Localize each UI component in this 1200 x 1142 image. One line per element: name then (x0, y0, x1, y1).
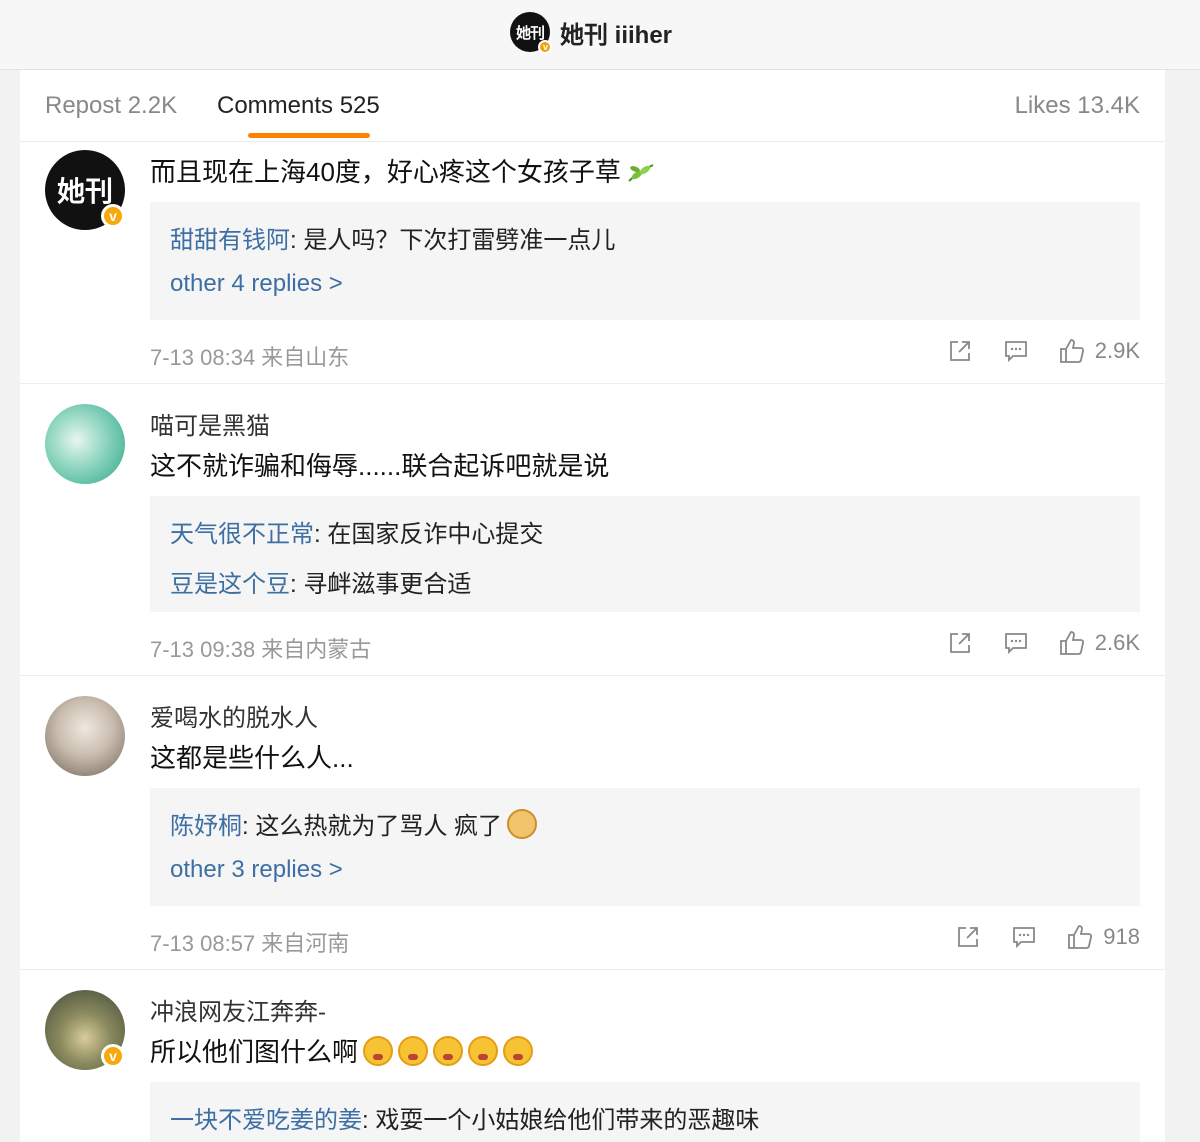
comment-username[interactable]: 喵可是黑猫 (150, 406, 270, 441)
comment-text: 这都是些什么人... (150, 743, 354, 773)
comment-actions: 2.6K (917, 628, 1140, 658)
reply-author[interactable]: 豆是这个豆 (170, 571, 290, 598)
reply-box: 一块不爱吃姜的姜: 戏耍一个小姑娘给他们带来的恶趣味 (150, 1082, 1140, 1142)
more-replies-link[interactable]: other 3 replies > (170, 856, 343, 884)
reply-text: : 寻衅滋事更合适 (290, 571, 472, 598)
comment-meta: 7-13 09:38 来自内蒙古 (150, 637, 372, 662)
reply-text: : 戏耍一个小姑娘给他们带来的恶趣味 (362, 1107, 760, 1134)
reply-text: : 这么热就为了骂人 疯了 (242, 813, 503, 840)
avatar-logo-text: 她刊 (56, 176, 113, 207)
share-icon[interactable] (947, 338, 973, 364)
share-icon[interactable] (955, 924, 981, 950)
reply-box: 陈妤桐: 这么热就为了骂人 疯了 other 3 replies > (150, 788, 1140, 906)
account-name[interactable]: 她刊 iiiher (560, 15, 672, 50)
reply-box: 甜甜有钱阿: 是人吗？下次打雷劈准一点儿 other 4 replies > (150, 202, 1140, 320)
comment-username[interactable]: 冲浪网友江奔奔- (150, 992, 326, 1027)
verified-icon: v (101, 1044, 125, 1068)
tab-comments[interactable]: Comments 525 (217, 92, 380, 120)
reply-item[interactable]: 一块不爱吃姜的姜: 戏耍一个小姑娘给他们带来的恶趣味 (170, 1100, 759, 1135)
reply-item[interactable]: 甜甜有钱阿: 是人吗？下次打雷劈准一点儿 (170, 220, 615, 255)
comment-actions: 2.9K (917, 336, 1140, 366)
avatar-image (45, 696, 125, 776)
share-icon[interactable] (947, 630, 973, 656)
angry-emoji-icon (503, 1036, 534, 1066)
reply-item[interactable]: 豆是这个豆: 寻衅滋事更合适 (170, 564, 471, 599)
leaf-emoji-icon (628, 164, 654, 182)
reply-item[interactable]: 陈妤桐: 这么热就为了骂人 疯了 (170, 806, 538, 841)
tab-bar: Repost 2.2K Comments 525 Likes 13.4K (20, 70, 1165, 142)
like-icon[interactable] (1067, 924, 1093, 950)
angry-emoji-icon (363, 1036, 394, 1066)
comment-username[interactable]: 爱喝水的脱水人 (150, 698, 318, 733)
comment-icon[interactable] (1003, 338, 1029, 364)
angry-emoji-icon (468, 1036, 499, 1066)
angry-emoji-icon (433, 1036, 464, 1066)
comment-item: 爱喝水的脱水人 这都是些什么人... 陈妤桐: 这么热就为了骂人 疯了 othe… (20, 676, 1165, 970)
comment-item: 喵可是黑猫 这不就诈骗和侮辱......联合起诉吧就是说 天气很不正常: 在国家… (20, 384, 1165, 676)
avatar[interactable]: v (45, 990, 125, 1070)
comment-meta: 7-13 08:57 来自河南 (150, 931, 350, 956)
reply-author[interactable]: 陈妤桐 (170, 813, 242, 840)
verified-icon: v (101, 204, 125, 228)
reply-text: : 在国家反诈中心提交 (314, 521, 544, 548)
like-count: 2.6K (1094, 630, 1140, 655)
comment-item: v 冲浪网友江奔奔- 所以他们图什么啊 一块不爱吃姜的姜: 戏耍一个小姑娘给他们… (20, 970, 1165, 1142)
like-count: 918 (1103, 924, 1140, 949)
avatar[interactable] (45, 404, 125, 484)
reply-author[interactable]: 甜甜有钱阿 (170, 227, 290, 254)
tab-likes[interactable]: Likes 13.4K (1015, 92, 1140, 120)
comment-text-content: 而且现在上海40度，好心疼这个女孩子草 (150, 157, 621, 187)
comment-icon[interactable] (1003, 630, 1029, 656)
comment-text: 所以他们图什么啊 (150, 1032, 534, 1069)
comment-item: 她刊 v 而且现在上海40度，好心疼这个女孩子草 甜甜有钱阿: 是人吗？下次打雷… (20, 110, 1165, 384)
reply-text: : 是人吗？下次打雷劈准一点儿 (290, 227, 616, 254)
reply-box: 天气很不正常: 在国家反诈中心提交 豆是这个豆: 寻衅滋事更合适 (150, 496, 1140, 612)
comment-text: 这不就诈骗和侮辱......联合起诉吧就是说 (150, 451, 610, 481)
avatar[interactable]: 她刊 v (45, 150, 125, 230)
verified-icon: v (538, 40, 552, 54)
doge-emoji-icon (507, 809, 538, 839)
tab-repost[interactable]: Repost 2.2K (45, 92, 177, 120)
more-replies-link[interactable]: other 4 replies > (170, 270, 343, 298)
comment-actions: 918 (925, 922, 1140, 952)
comment-text-content: 所以他们图什么啊 (150, 1037, 359, 1067)
reply-author[interactable]: 天气很不正常 (170, 521, 314, 548)
comments-panel: Repost 2.2K Comments 525 Likes 13.4K 她刊 … (20, 70, 1165, 1142)
avatar[interactable] (45, 696, 125, 776)
like-icon[interactable] (1059, 338, 1085, 364)
account-logo-text: 她刊 (515, 24, 545, 42)
comment-text: 而且现在上海40度，好心疼这个女孩子草 (150, 152, 655, 189)
active-tab-indicator (248, 133, 370, 138)
reply-author[interactable]: 一块不爱吃姜的姜 (170, 1107, 362, 1134)
like-icon[interactable] (1059, 630, 1085, 656)
avatar-image (45, 404, 125, 484)
comment-icon[interactable] (1011, 924, 1037, 950)
reply-item[interactable]: 天气很不正常: 在国家反诈中心提交 (170, 514, 543, 549)
account-header[interactable]: 她刊 v 她刊 iiiher (510, 10, 672, 54)
comment-meta: 7-13 08:34 来自山东 (150, 345, 350, 370)
account-avatar[interactable]: 她刊 v (510, 12, 552, 54)
like-count: 2.9K (1094, 338, 1140, 363)
top-bar: 她刊 v 她刊 iiiher (0, 0, 1200, 70)
angry-emoji-icon (398, 1036, 429, 1066)
